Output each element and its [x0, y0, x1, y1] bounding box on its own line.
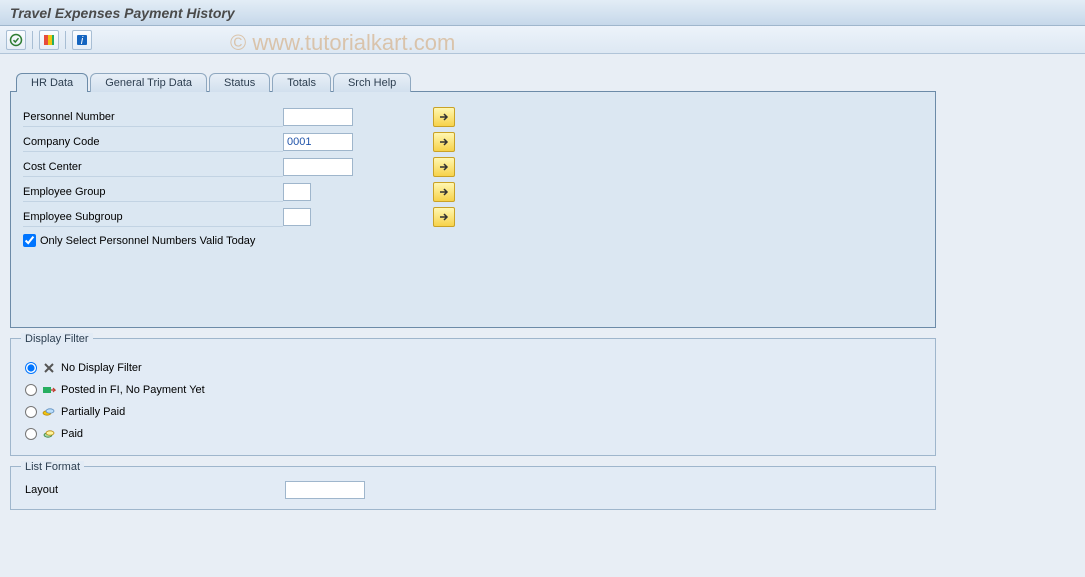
hr-data-panel: Personnel Number Company Code Cost Cente… [10, 91, 936, 328]
layout-label: Layout [25, 484, 275, 496]
execute-icon [9, 33, 23, 47]
toolbar-separator [65, 31, 66, 49]
execute-button[interactable] [6, 30, 26, 50]
partial-paid-icon [41, 404, 57, 420]
tab-hr-data[interactable]: HR Data [16, 73, 88, 92]
tab-bar: HR Data General Trip Data Status Totals … [10, 72, 1075, 91]
filter-option-no-filter: No Display Filter [25, 357, 925, 379]
field-company-code: Company Code [23, 131, 923, 153]
tab-totals[interactable]: Totals [272, 73, 331, 92]
field-label: Company Code [23, 133, 283, 152]
range-button[interactable] [433, 207, 455, 227]
filter-label: No Display Filter [61, 362, 142, 374]
arrow-right-icon [438, 211, 450, 223]
personnel-number-input[interactable] [283, 108, 353, 126]
company-code-input[interactable] [283, 133, 353, 151]
field-label: Employee Subgroup [23, 208, 283, 227]
filter-label: Posted in FI, No Payment Yet [61, 384, 205, 396]
title-bar: Travel Expenses Payment History [0, 0, 1085, 26]
list-format-legend: List Format [21, 461, 84, 473]
list-format-group: List Format Layout [10, 466, 936, 510]
tab-label: Status [224, 77, 255, 89]
field-label: Cost Center [23, 158, 283, 177]
display-filter-legend: Display Filter [21, 333, 93, 345]
content-area: HR Data General Trip Data Status Totals … [0, 54, 1085, 516]
field-label: Personnel Number [23, 108, 283, 127]
arrow-right-icon [438, 111, 450, 123]
app-toolbar: i [0, 26, 1085, 54]
get-variant-button[interactable] [39, 30, 59, 50]
page-title: Travel Expenses Payment History [10, 5, 235, 21]
tab-label: Totals [287, 77, 316, 89]
paid-icon [41, 426, 57, 442]
tab-label: General Trip Data [105, 77, 192, 89]
arrow-right-icon [438, 136, 450, 148]
tab-srch-help[interactable]: Srch Help [333, 73, 411, 92]
field-employee-subgroup: Employee Subgroup [23, 206, 923, 228]
filter-option-paid: Paid [25, 423, 925, 445]
employee-subgroup-input[interactable] [283, 208, 311, 226]
filter-radio[interactable] [25, 428, 37, 440]
tab-label: Srch Help [348, 77, 396, 89]
arrow-right-icon [438, 186, 450, 198]
filter-label: Partially Paid [61, 406, 125, 418]
valid-today-label: Only Select Personnel Numbers Valid Toda… [40, 235, 255, 247]
valid-today-row: Only Select Personnel Numbers Valid Toda… [23, 234, 923, 247]
layout-input[interactable] [285, 481, 365, 499]
info-button[interactable]: i [72, 30, 92, 50]
field-employee-group: Employee Group [23, 181, 923, 203]
filter-radio[interactable] [25, 406, 37, 418]
field-cost-center: Cost Center [23, 156, 923, 178]
toolbar-separator [32, 31, 33, 49]
layout-row: Layout [25, 481, 925, 499]
cost-center-input[interactable] [283, 158, 353, 176]
tab-label: HR Data [31, 77, 73, 89]
filter-label: Paid [61, 428, 83, 440]
range-button[interactable] [433, 182, 455, 202]
filter-option-posted: Posted in FI, No Payment Yet [25, 379, 925, 401]
employee-group-input[interactable] [283, 183, 311, 201]
field-personnel-number: Personnel Number [23, 106, 923, 128]
x-icon [41, 360, 57, 376]
info-icon: i [75, 33, 89, 47]
filter-option-partial: Partially Paid [25, 401, 925, 423]
tab-status[interactable]: Status [209, 73, 270, 92]
range-button[interactable] [433, 107, 455, 127]
filter-radio[interactable] [25, 384, 37, 396]
range-button[interactable] [433, 157, 455, 177]
posted-icon [41, 382, 57, 398]
display-filter-group: Display Filter No Display Filter Posted … [10, 338, 936, 456]
filter-radio[interactable] [25, 362, 37, 374]
variant-icon [42, 33, 56, 47]
valid-today-checkbox[interactable] [23, 234, 36, 247]
tab-general-trip-data[interactable]: General Trip Data [90, 73, 207, 92]
range-button[interactable] [433, 132, 455, 152]
field-label: Employee Group [23, 183, 283, 202]
arrow-right-icon [438, 161, 450, 173]
